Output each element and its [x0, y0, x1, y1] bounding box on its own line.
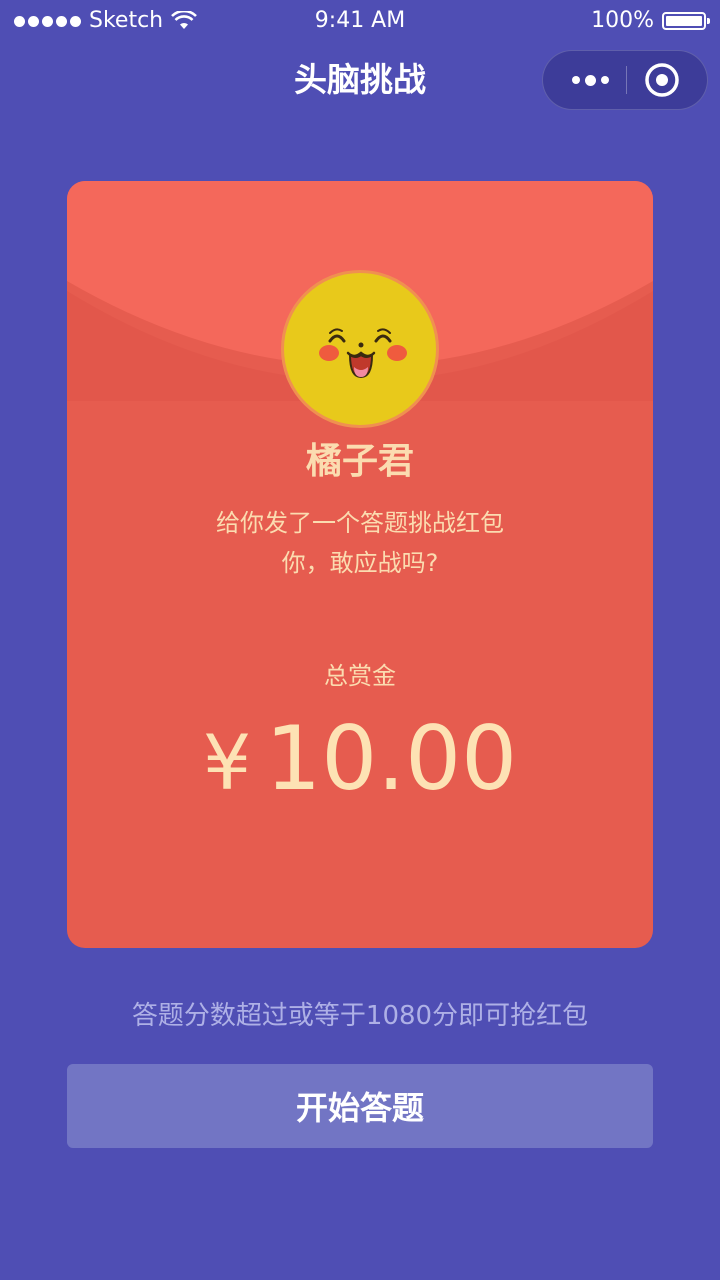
- start-quiz-button[interactable]: 开始答题: [67, 1064, 653, 1148]
- score-rule-text: 答题分数超过或等于1080分即可抢红包: [131, 1001, 589, 1031]
- currency-symbol: ¥: [202, 718, 252, 807]
- status-right: 100%: [591, 8, 710, 34]
- reward-value: 10.00: [265, 707, 518, 810]
- reward-amount: ¥10.00: [67, 709, 653, 813]
- battery-percent: 100%: [591, 8, 654, 33]
- sender-name: 橘子君: [305, 441, 414, 482]
- battery-icon: [662, 12, 710, 30]
- red-envelope-card: 橘子君 给你发了一个答题挑战红包 你，敢应战吗? 总赏金 ¥10.00: [67, 181, 653, 948]
- status-bar: Sketch 9:41 AM 100%: [0, 0, 720, 40]
- more-dots-icon[interactable]: [561, 51, 619, 109]
- capsule-divider: [626, 66, 627, 94]
- challenge-question: 你，敢应战吗?: [281, 549, 439, 577]
- target-close-icon[interactable]: [643, 61, 681, 99]
- reward-label: 总赏金: [324, 662, 396, 690]
- sender-avatar: [281, 270, 439, 428]
- challenge-message: 给你发了一个答题挑战红包: [216, 509, 504, 537]
- mini-program-capsule: [542, 50, 708, 110]
- smiley-face-icon: [319, 328, 407, 379]
